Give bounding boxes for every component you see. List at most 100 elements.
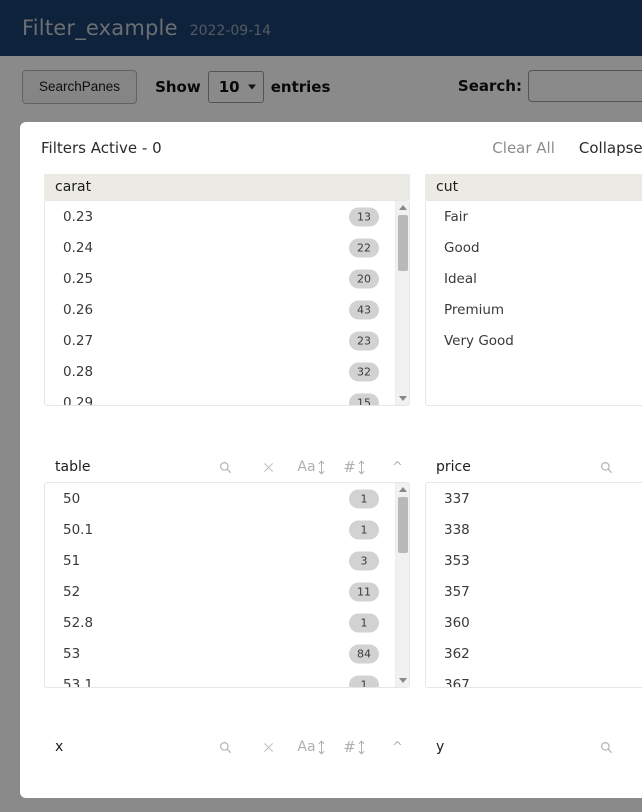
searchpane-option[interactable]: 362 (426, 638, 642, 669)
searchpane-option-label: 50 (63, 490, 81, 507)
searchpane-cut: cut Fair Good Ideal Premium Very Good (425, 174, 642, 406)
searchpane-option[interactable]: 0.24 22 (45, 232, 409, 263)
searchpane-option-label: 353 (444, 552, 470, 569)
searchpane-option[interactable]: 53 84 (45, 638, 409, 669)
searchpane-list-carat[interactable]: 0.23 13 0.24 22 0.25 20 0.26 43 0.27 23 0.28 32 0.29… (44, 200, 410, 406)
searchpane-option[interactable]: 50 1 (45, 483, 409, 514)
app-root: Filter_example 2022-09-14 SearchPanes Sh… (0, 0, 642, 812)
searchpane-option[interactable]: 0.25 20 (45, 263, 409, 294)
searchpane-search-icon[interactable] (585, 741, 628, 754)
searchpane-option-label: Premium (444, 301, 505, 318)
searchpane-option-label: 338 (444, 521, 470, 538)
searchpane-option[interactable]: 337 (426, 483, 642, 514)
searchpane-sort-alpha-icon[interactable]: Aa (290, 739, 333, 755)
searchpane-option-count: 1 (349, 520, 379, 539)
searchpane-title-table: table (55, 459, 91, 475)
searchpane-list-table[interactable]: 50 1 50.1 1 51 3 52 11 52.8 1 53 84 53.1 1 (44, 482, 410, 688)
searchpane-option-count: 11 (349, 582, 379, 601)
searchpane-header-table: table Aa # ^ (44, 452, 410, 482)
searchpane-option[interactable]: 367 (426, 669, 642, 688)
searchpane-option-count: 3 (349, 551, 379, 570)
searchpane-search-icon[interactable] (204, 741, 247, 754)
searchpane-option-label: 337 (444, 490, 470, 507)
searchpane-option[interactable]: 0.26 43 (45, 294, 409, 325)
scrollbar-thumb[interactable] (398, 215, 408, 271)
searchpane-option-label: Ideal (444, 270, 477, 287)
searchpane-title-y: y (436, 739, 445, 755)
searchpane-option[interactable]: 360 (426, 607, 642, 638)
searchpane-option-label: 0.29 (63, 394, 94, 406)
searchpane-icons-price: Aa#^ (585, 452, 642, 482)
searchpane-option[interactable]: Fair (426, 201, 642, 232)
searchpane-option-label: 0.27 (63, 332, 94, 349)
searchpane-option[interactable]: 52.8 1 (45, 607, 409, 638)
searchpane-list-cut[interactable]: Fair Good Ideal Premium Very Good (425, 200, 642, 406)
searchpane-title-price: price (436, 459, 471, 475)
searchpane-clear-icon[interactable] (247, 742, 290, 753)
clear-all-button[interactable]: Clear All (492, 139, 555, 157)
searchpane-option-count: 13 (349, 207, 379, 226)
searchpane-x: x Aa # ^ (44, 730, 410, 764)
searchpane-option-count: 1 (349, 613, 379, 632)
searchpane-option-label: Very Good (444, 332, 514, 349)
searchpane-option[interactable]: Very Good (426, 325, 642, 356)
searchpane-option[interactable]: 353 (426, 545, 642, 576)
searchpane-header-cut: cut (425, 174, 642, 200)
searchpane-clear-icon[interactable] (628, 462, 642, 473)
searchpane-collapse-icon[interactable]: ^ (376, 460, 419, 475)
searchpane-scrollbar[interactable] (395, 201, 409, 405)
searchpane-header-x: x Aa # ^ (44, 730, 410, 764)
searchpane-option[interactable]: Ideal (426, 263, 642, 294)
searchpane-option-label: Fair (444, 208, 469, 225)
searchpane-clear-icon[interactable] (628, 742, 642, 753)
scrollbar-thumb[interactable] (398, 497, 408, 553)
searchpane-option-label: 0.25 (63, 270, 94, 287)
searchpane-clear-icon[interactable] (247, 462, 290, 473)
searchpane-option[interactable]: 0.28 32 (45, 356, 409, 387)
searchpanes-grid: carat 0.23 13 0.24 22 0.25 20 0.26 43 0.27 23 0.28 3… (20, 174, 642, 798)
searchpane-option[interactable]: 53.1 1 (45, 669, 409, 688)
scroll-up-arrow-icon[interactable] (398, 487, 407, 492)
searchpane-option-label: 0.28 (63, 363, 94, 380)
searchpane-option-count: 84 (349, 644, 379, 663)
searchpane-option[interactable]: 0.23 13 (45, 201, 409, 232)
searchpane-search-icon[interactable] (204, 461, 247, 474)
searchpanes-modal: Filters Active - 0 Clear All Collapse Al… (20, 122, 642, 798)
searchpane-sort-alpha-icon[interactable]: Aa (290, 459, 333, 475)
searchpane-header-price: price Aa#^ (425, 452, 642, 482)
collapse-all-button[interactable]: Collapse All (579, 139, 642, 157)
searchpane-option-label: 0.24 (63, 239, 94, 256)
searchpane-icons-table: Aa # ^ (204, 452, 419, 482)
searchpane-option-count: 32 (349, 362, 379, 381)
searchpane-option-label: 53.1 (63, 676, 94, 688)
scroll-up-arrow-icon[interactable] (398, 205, 407, 210)
searchpane-option[interactable]: 0.29 15 (45, 387, 409, 406)
scroll-down-arrow-icon[interactable] (398, 396, 407, 401)
searchpane-option[interactable]: 357 (426, 576, 642, 607)
searchpane-option[interactable]: 50.1 1 (45, 514, 409, 545)
searchpane-option[interactable]: 338 (426, 514, 642, 545)
searchpane-option[interactable]: 52 11 (45, 576, 409, 607)
searchpane-option-label: 0.26 (63, 301, 94, 318)
searchpane-sort-number-icon[interactable]: # (333, 738, 376, 756)
searchpane-option[interactable]: 51 3 (45, 545, 409, 576)
searchpane-header-y: y Aa#^ (425, 730, 642, 764)
searchpane-sort-number-icon[interactable]: # (333, 458, 376, 476)
searchpane-option[interactable]: Premium (426, 294, 642, 325)
searchpane-option[interactable]: Good (426, 232, 642, 263)
searchpane-collapse-icon[interactable]: ^ (376, 740, 419, 755)
searchpane-option-count: 1 (349, 489, 379, 508)
searchpane-option-label: Good (444, 239, 480, 256)
searchpane-option-label: 50.1 (63, 521, 94, 538)
searchpane-option[interactable]: 0.27 23 (45, 325, 409, 356)
searchpane-search-icon[interactable] (585, 461, 628, 474)
searchpane-list-price[interactable]: 337 338 353 357 360 362 367 (425, 482, 642, 688)
searchpane-option-label: 52 (63, 583, 81, 600)
scroll-down-arrow-icon[interactable] (398, 678, 407, 683)
searchpane-option-label: 362 (444, 645, 470, 662)
searchpane-title-cut: cut (436, 179, 459, 195)
searchpane-option-count: 20 (349, 269, 379, 288)
searchpane-scrollbar[interactable] (395, 483, 409, 687)
searchpane-icons-y: Aa#^ (585, 730, 642, 764)
searchpane-option-count: 23 (349, 331, 379, 350)
